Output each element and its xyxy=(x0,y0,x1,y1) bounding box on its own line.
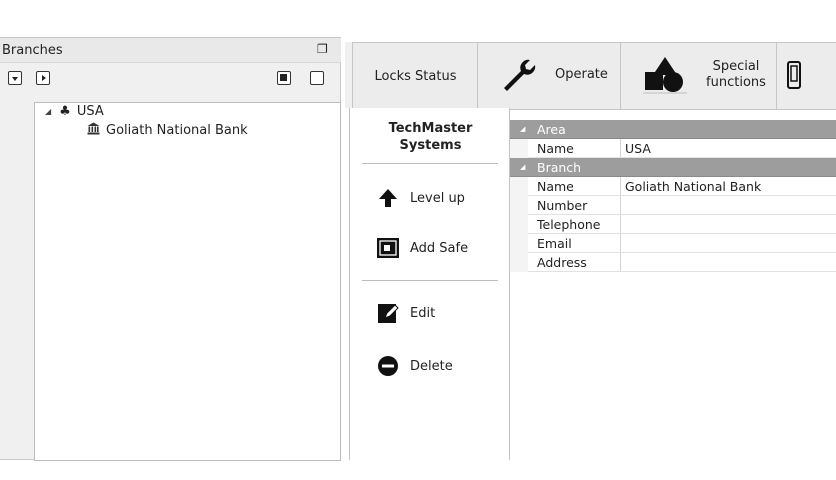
column-divider xyxy=(620,253,621,271)
property-row[interactable]: Telephone xyxy=(510,215,836,234)
property-row[interactable]: Number xyxy=(510,196,836,215)
expand-all-icon xyxy=(12,77,18,81)
column-divider xyxy=(620,234,621,252)
column-divider xyxy=(620,196,621,214)
property-key: Name xyxy=(537,179,574,194)
branches-title: Branches xyxy=(2,43,63,58)
arrow-up-icon xyxy=(376,186,400,210)
operate-label: Operate xyxy=(555,67,608,82)
branches-panel: Branches ❐ ◢ ♣ USA Goliath National Bank xyxy=(0,37,341,461)
level-up-label: Level up xyxy=(410,190,465,206)
column-divider xyxy=(620,215,621,233)
collapse-arrow-icon[interactable]: ◢ xyxy=(520,125,525,133)
square-button[interactable] xyxy=(310,71,324,85)
divider xyxy=(362,280,498,281)
tree-item-area[interactable]: ◢ ♣ USA xyxy=(45,104,104,119)
restore-window-icon[interactable]: ❐ xyxy=(317,42,328,56)
expand-button[interactable] xyxy=(36,71,50,85)
row-gutter xyxy=(510,215,528,234)
row-gutter xyxy=(510,196,528,215)
group-icon: ♣ xyxy=(59,104,71,119)
operate-button[interactable]: Operate xyxy=(477,42,622,110)
property-row[interactable]: Email xyxy=(510,234,836,253)
edit-label: Edit xyxy=(410,305,436,321)
property-row[interactable]: Address xyxy=(510,253,836,272)
more-tools-button[interactable] xyxy=(776,42,836,110)
property-key: Telephone xyxy=(537,217,601,232)
delete-button[interactable]: Delete xyxy=(376,354,453,378)
property-value[interactable]: USA xyxy=(625,141,651,156)
actions-panel: TechMaster Systems Level up Add Safe Edi… xyxy=(349,108,510,460)
branches-tree: ◢ ♣ USA Goliath National Bank xyxy=(34,102,341,461)
edit-icon xyxy=(376,301,400,325)
row-gutter xyxy=(510,177,528,196)
tree-item-branch[interactable]: Goliath National Bank xyxy=(87,122,248,139)
stop-button[interactable] xyxy=(277,71,291,85)
shapes-icon xyxy=(643,55,687,99)
level-up-button[interactable]: Level up xyxy=(376,186,465,210)
locks-status-label: Locks Status xyxy=(374,68,457,84)
add-safe-label: Add Safe xyxy=(410,240,469,256)
minus-circle-icon xyxy=(376,354,400,378)
branches-panel-header: Branches ❐ xyxy=(0,38,341,63)
add-safe-button[interactable]: Add Safe xyxy=(376,236,468,260)
property-row[interactable]: Name USA xyxy=(510,139,836,158)
collapse-arrow-icon[interactable]: ◢ xyxy=(520,163,525,171)
locks-status-button[interactable]: Locks Status xyxy=(352,42,479,110)
category-branch[interactable]: ◢ Branch xyxy=(510,158,836,177)
delete-label: Delete xyxy=(410,358,453,374)
special-functions-button[interactable]: Special functions xyxy=(620,42,778,110)
row-gutter xyxy=(510,234,528,253)
expand-all-button[interactable] xyxy=(8,71,22,85)
bank-icon xyxy=(87,122,100,139)
collapse-arrow-icon[interactable]: ◢ xyxy=(45,107,51,116)
brand-line2: Systems xyxy=(399,138,462,153)
special-functions-label: Special functions xyxy=(701,59,771,91)
expand-icon xyxy=(42,75,46,81)
special-functions-label-line2: functions xyxy=(706,75,766,90)
column-divider xyxy=(620,177,621,195)
category-label: Area xyxy=(537,122,566,137)
main-toolbar: Locks Status Operate Special functions xyxy=(345,42,836,110)
property-row[interactable]: Name Goliath National Bank xyxy=(510,177,836,196)
wrench-icon xyxy=(500,57,538,99)
brand-line1: TechMaster xyxy=(388,121,473,136)
brand-title: TechMaster Systems xyxy=(350,120,511,154)
property-key: Name xyxy=(537,141,574,156)
property-key: Address xyxy=(537,255,587,270)
device-icon xyxy=(787,61,801,93)
property-value[interactable]: Goliath National Bank xyxy=(625,179,761,194)
safe-icon xyxy=(376,236,400,260)
divider xyxy=(362,163,498,164)
tree-item-label: Goliath National Bank xyxy=(106,123,248,138)
edit-button[interactable]: Edit xyxy=(376,301,435,325)
tree-item-label: USA xyxy=(76,104,104,119)
row-gutter xyxy=(510,253,528,272)
row-gutter xyxy=(510,139,528,158)
property-key: Number xyxy=(537,198,588,213)
property-key: Email xyxy=(537,236,572,251)
category-area[interactable]: ◢ Area xyxy=(510,120,836,139)
special-functions-label-line1: Special xyxy=(712,59,760,74)
category-label: Branch xyxy=(537,160,582,175)
column-divider xyxy=(620,139,621,157)
